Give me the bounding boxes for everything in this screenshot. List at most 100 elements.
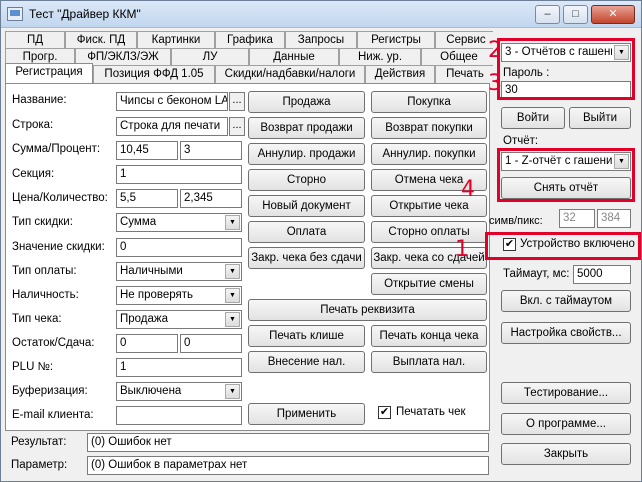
cash-out-button[interactable]: Выплата нал. xyxy=(371,351,487,373)
payment-type-value: Наличными xyxy=(120,265,183,277)
cash-in-button[interactable]: Внесение нал. xyxy=(248,351,365,373)
string-ellipsis-button[interactable]: ... xyxy=(229,117,245,136)
maximize-button[interactable]: □ xyxy=(563,5,588,24)
device-enabled-label: Устройство включено xyxy=(520,238,635,250)
sale-button[interactable]: Продажа xyxy=(248,91,365,113)
result-output: (0) Ошибок нет xyxy=(87,433,489,452)
quantity-input[interactable]: 2,345 xyxy=(180,189,242,208)
annul-sale-button[interactable]: Аннулир. продажи xyxy=(248,143,365,165)
plu-input[interactable]: 1 xyxy=(116,358,242,377)
annul-purchase-button[interactable]: Аннулир. покупки xyxy=(371,143,487,165)
close-button[interactable]: Закрыть xyxy=(501,443,631,465)
logout-button[interactable]: Выйти xyxy=(569,107,631,129)
login-button[interactable]: Войти xyxy=(501,107,565,129)
device-enabled-checkbox[interactable]: ✔ xyxy=(503,238,516,251)
payment-button[interactable]: Оплата xyxy=(248,221,365,243)
timeout-input[interactable]: 5000 xyxy=(573,265,631,284)
check-type-label: Тип чека: xyxy=(12,313,62,325)
tab-pictures[interactable]: Картинки xyxy=(137,31,215,49)
tab-registers[interactable]: Регистры xyxy=(357,31,435,49)
chevron-down-icon[interactable]: ▼ xyxy=(614,154,629,169)
tab-actions[interactable]: Действия xyxy=(365,65,435,83)
discount-value-label: Значение скидки: xyxy=(12,241,105,253)
about-button[interactable]: О программе... xyxy=(501,413,631,435)
take-report-button[interactable]: Снять отчёт xyxy=(501,177,631,199)
device-type-select[interactable]: 3 - Отчётов с гашение ▼ xyxy=(501,43,631,62)
print-check-label: Печатать чек xyxy=(396,406,466,418)
sum-input[interactable]: 10,45 xyxy=(116,141,178,160)
plu-label: PLU №: xyxy=(12,361,54,373)
remainder-input[interactable]: 0 xyxy=(116,334,178,353)
change-label: Остаток/Сдача: xyxy=(12,337,95,349)
return-purchase-button[interactable]: Возврат покупки xyxy=(371,117,487,139)
price-label: Цена/Количество: xyxy=(12,192,108,204)
pixels-input[interactable]: 384 xyxy=(597,209,631,228)
close-window-button[interactable]: ✕ xyxy=(591,5,635,24)
enable-timeout-button[interactable]: Вкл. с таймаутом xyxy=(501,290,631,312)
close-with-change-button[interactable]: Закр. чека со сдачей xyxy=(371,247,487,269)
parameter-label: Параметр: xyxy=(11,459,68,471)
password-input[interactable]: 30 xyxy=(501,81,631,100)
chevron-down-icon[interactable]: ▼ xyxy=(225,264,240,279)
payment-type-label: Тип оплаты: xyxy=(12,265,77,277)
string-input[interactable]: Строка для печати xyxy=(116,117,228,136)
tab-low-level[interactable]: Ниж. ур. xyxy=(339,48,421,66)
chars-input[interactable]: 32 xyxy=(559,209,595,228)
section-input[interactable]: 1 xyxy=(116,165,242,184)
chevron-down-icon[interactable]: ▼ xyxy=(614,45,629,60)
check-type-select[interactable]: Продажа ▼ xyxy=(116,310,242,329)
timeout-label: Таймаут, мс: xyxy=(503,268,570,280)
chevron-down-icon[interactable]: ▼ xyxy=(225,215,240,230)
email-label: E-mail клиента: xyxy=(12,409,94,421)
cancel-check-button[interactable]: Отмена чека xyxy=(371,169,487,191)
percent-input[interactable]: 3 xyxy=(180,141,242,160)
new-document-button[interactable]: Новый документ xyxy=(248,195,365,217)
tab-general[interactable]: Общее xyxy=(421,48,497,66)
print-check-end-button[interactable]: Печать конца чека xyxy=(371,325,487,347)
tab-discounts-taxes[interactable]: Скидки/надбавки/налоги xyxy=(215,65,365,83)
payment-type-select[interactable]: Наличными ▼ xyxy=(116,262,242,281)
change-input[interactable]: 0 xyxy=(180,334,242,353)
tab-pd[interactable]: ПД xyxy=(5,31,65,49)
tab-registration[interactable]: Регистрация xyxy=(5,63,93,83)
buffering-label: Буферизация: xyxy=(12,385,88,397)
tab-service[interactable]: Сервис xyxy=(435,31,497,49)
chevron-down-icon[interactable]: ▼ xyxy=(225,384,240,399)
close-no-change-button[interactable]: Закр. чека без сдачи xyxy=(248,247,365,269)
report-type-select[interactable]: 1 - Z-отчёт с гашение ▼ xyxy=(501,152,631,171)
tab-fisk-pd[interactable]: Фиск. ПД xyxy=(65,31,137,49)
open-shift-button[interactable]: Открытие смены xyxy=(371,273,487,295)
window-title: Тест "Драйвер ККМ" xyxy=(29,7,141,21)
print-check-checkbox[interactable]: ✔ xyxy=(378,406,391,419)
price-input[interactable]: 5,5 xyxy=(116,189,178,208)
storno-button[interactable]: Сторно xyxy=(248,169,365,191)
open-check-button[interactable]: Открытие чека xyxy=(371,195,487,217)
properties-button[interactable]: Настройка свойств... xyxy=(501,322,631,344)
chevron-down-icon[interactable]: ▼ xyxy=(225,288,240,303)
chevron-down-icon[interactable]: ▼ xyxy=(225,312,240,327)
tab-data[interactable]: Данные xyxy=(249,48,339,66)
discount-value-input[interactable]: 0 xyxy=(116,238,242,257)
tab-requests[interactable]: Запросы xyxy=(285,31,357,49)
return-sale-button[interactable]: Возврат продажи xyxy=(248,117,365,139)
apply-button[interactable]: Применить xyxy=(248,403,365,425)
name-label: Название: xyxy=(12,94,67,106)
print-requisite-button[interactable]: Печать реквизита xyxy=(248,299,487,321)
right-panel: 3 - Отчётов с гашение ▼ Пароль : 30 Войт… xyxy=(489,31,639,479)
tab-graphics[interactable]: Графика xyxy=(215,31,285,49)
email-input[interactable] xyxy=(116,406,242,425)
storno-payment-button[interactable]: Сторно оплаты xyxy=(371,221,487,243)
purchase-button[interactable]: Покупка xyxy=(371,91,487,113)
tab-lu[interactable]: ЛУ xyxy=(171,48,249,66)
registration-panel: Название: Чипсы с беконом LA ... Строка:… xyxy=(5,83,490,431)
name-input[interactable]: Чипсы с беконом LA xyxy=(116,92,228,111)
minimize-button[interactable]: – xyxy=(535,5,560,24)
print-cliche-button[interactable]: Печать клише xyxy=(248,325,365,347)
name-ellipsis-button[interactable]: ... xyxy=(229,92,245,111)
presence-select[interactable]: Не проверять ▼ xyxy=(116,286,242,305)
testing-button[interactable]: Тестирование... xyxy=(501,382,631,404)
tab-position-ffd[interactable]: Позиция ФФД 1.05 xyxy=(93,65,215,83)
buffering-select[interactable]: Выключена ▼ xyxy=(116,382,242,401)
discount-type-select[interactable]: Сумма ▼ xyxy=(116,213,242,232)
tab-print[interactable]: Печать xyxy=(435,65,495,83)
